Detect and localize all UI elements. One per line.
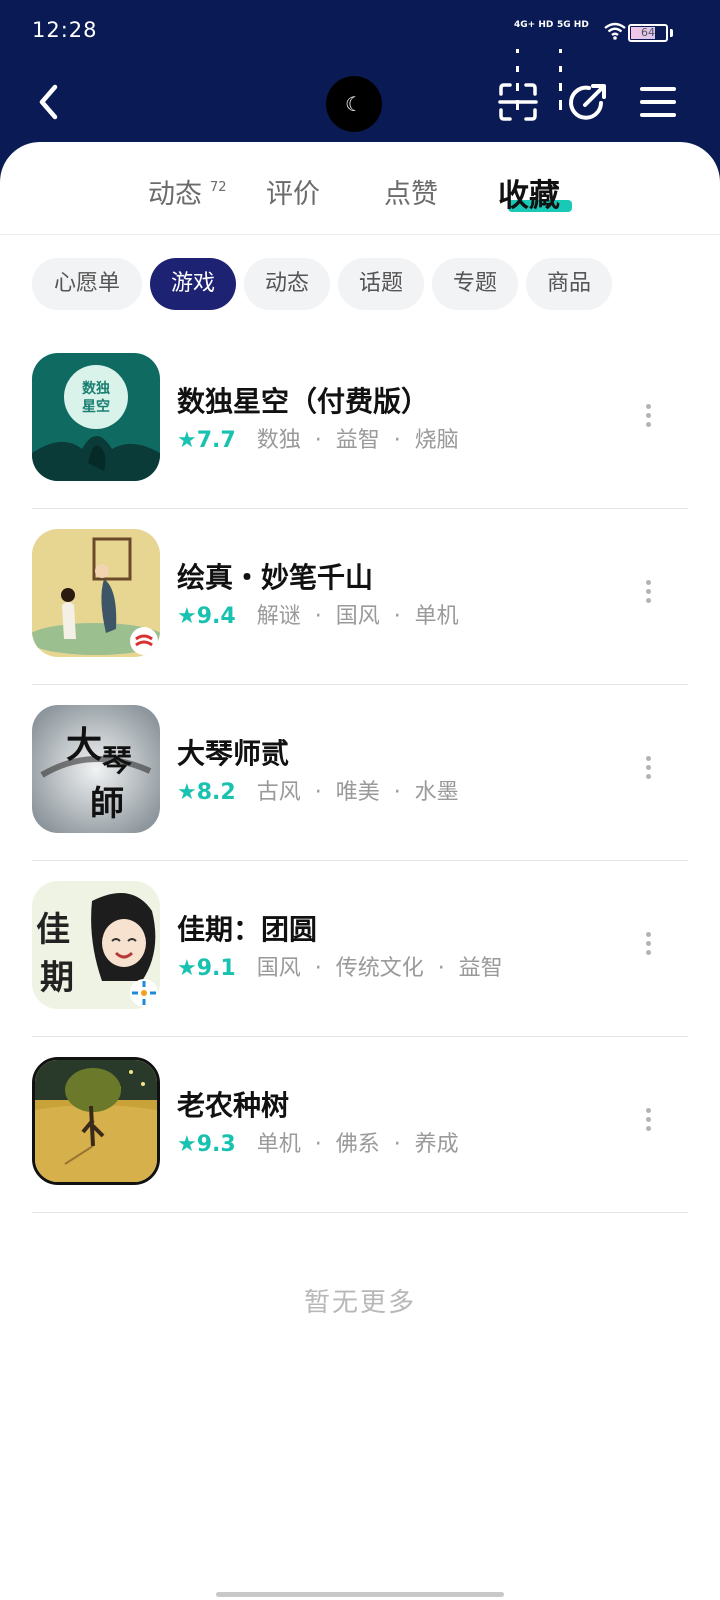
more-options-icon[interactable] — [640, 756, 656, 784]
svg-text:数独: 数独 — [82, 380, 110, 397]
game-meta: ★7.7 数独 · 益智 · 烧脑 — [177, 428, 459, 453]
tab-dynamics[interactable]: 动态 — [148, 172, 202, 211]
list-item[interactable]: 老农种树 ★9.3 单机 · 佛系 · 养成 — [32, 1036, 688, 1213]
game-tag: 烧脑 — [414, 428, 459, 453]
svg-text:大: 大 — [66, 724, 102, 766]
chip-specials[interactable]: 专题 — [432, 258, 518, 310]
star-icon: ★ — [177, 604, 197, 629]
star-icon: ★ — [177, 1132, 197, 1157]
tab-reviews[interactable]: 评价 — [266, 172, 320, 211]
list-item[interactable]: 大 琴 師 大琴师贰 ★8.2 古风 · 唯美 · 水墨 — [32, 684, 688, 861]
game-rating: 9.1 — [196, 956, 236, 981]
avatar[interactable]: ☾ — [326, 76, 382, 132]
game-tag: 解谜 — [256, 604, 301, 629]
list-item[interactable]: 绘真・妙笔千山 ★9.4 解谜 · 国风 · 单机 — [32, 508, 688, 685]
svg-text:星空: 星空 — [82, 398, 110, 415]
list-item[interactable]: 佳 期 佳期：团圆 ★9.1 国风 · 传统文化 · 益智 — [32, 860, 688, 1037]
more-options-icon[interactable] — [640, 580, 656, 608]
game-title: 大琴师贰 — [177, 737, 290, 770]
menu-button[interactable] — [636, 80, 680, 124]
game-tag: 国风 — [256, 956, 301, 981]
game-tag: 古风 — [256, 780, 301, 805]
game-icon-sudoku: 数独 星空 — [32, 353, 160, 481]
menu-icon — [640, 87, 676, 117]
chip-products[interactable]: 商品 — [526, 258, 612, 310]
star-icon: ★ — [177, 780, 197, 805]
game-tag: 唯美 — [335, 780, 380, 805]
scan-button[interactable] — [496, 80, 540, 124]
game-tag: 养成 — [414, 1132, 459, 1157]
star-icon: ★ — [177, 956, 197, 981]
game-title: 绘真・妙笔千山 — [177, 561, 374, 594]
list-item[interactable]: 数独 星空 数独星空（付费版） ★7.7 数独 · 益智 · 烧脑 — [32, 332, 688, 509]
game-title: 佳期：团圆 — [177, 913, 318, 946]
share-button[interactable] — [566, 80, 610, 124]
scan-icon — [498, 83, 538, 121]
game-meta: ★9.1 国风 · 传统文化 · 益智 — [177, 956, 503, 981]
game-meta: ★8.2 古风 · 唯美 · 水墨 — [177, 780, 459, 805]
nav-bar: ☾ — [0, 64, 720, 144]
game-title: 老农种树 — [177, 1089, 290, 1122]
game-tag: 水墨 — [414, 780, 459, 805]
game-tag: 传统文化 — [335, 956, 424, 981]
end-of-list-label: 暂无更多 — [303, 1288, 416, 1318]
star-icon: ★ — [177, 428, 197, 453]
chip-wishlist[interactable]: 心愿单 — [32, 258, 142, 310]
game-meta: ★9.4 解谜 · 国风 · 单机 — [177, 604, 459, 629]
game-icon-laonong — [32, 1057, 160, 1185]
tab-likes[interactable]: 点赞 — [384, 172, 438, 211]
more-options-icon[interactable] — [640, 1108, 656, 1136]
game-rating: 8.2 — [196, 780, 236, 805]
filter-chips: 心愿单 游戏 动态 话题 专题 商品 — [0, 258, 720, 310]
game-tag: 益智 — [458, 956, 503, 981]
game-icon-jiaqi: 佳 期 — [32, 881, 160, 1009]
home-indicator[interactable] — [216, 1592, 504, 1597]
game-tag: 佛系 — [335, 1132, 380, 1157]
share-icon — [569, 84, 606, 120]
moon-icon: ☾ — [345, 92, 363, 116]
chip-games[interactable]: 游戏 — [150, 258, 236, 310]
more-options-icon[interactable] — [640, 404, 656, 432]
chip-dynamics[interactable]: 动态 — [244, 258, 330, 310]
game-icon-daqinshi: 大 琴 師 — [32, 705, 160, 833]
status-time: 12:28 — [32, 18, 98, 42]
game-tag: 益智 — [335, 428, 380, 453]
game-icon-huizhen — [32, 529, 160, 657]
svg-text:琴: 琴 — [102, 744, 132, 779]
battery-level: 64 — [641, 26, 655, 39]
tab-bar: 动态 72 评价 点赞 收藏 — [0, 142, 720, 235]
svg-text:佳: 佳 — [36, 910, 70, 950]
game-title: 数独星空（付费版） — [177, 385, 430, 418]
wifi-icon — [604, 22, 626, 40]
chip-topics[interactable]: 话题 — [338, 258, 424, 310]
battery-icon: 64 — [628, 24, 668, 42]
game-tag: 单机 — [256, 1132, 301, 1157]
game-rating: 7.7 — [196, 428, 236, 453]
game-tag: 国风 — [335, 604, 380, 629]
back-button[interactable] — [26, 76, 70, 128]
more-options-icon[interactable] — [640, 932, 656, 960]
chevron-left-icon — [39, 84, 58, 120]
game-tag: 单机 — [414, 604, 459, 629]
game-meta: ★9.3 单机 · 佛系 · 养成 — [177, 1132, 459, 1157]
svg-text:期: 期 — [40, 958, 74, 998]
status-bar: 12:28 4G+ HD 5G HD 64 — [0, 0, 720, 110]
tab-dynamics-count: 72 — [210, 180, 227, 195]
game-tag: 数独 — [256, 428, 301, 453]
content-sheet: 动态 72 评价 点赞 收藏 心愿单 游戏 动态 话题 专题 商品 数独 星空 — [0, 142, 720, 1600]
svg-text:師: 師 — [90, 784, 124, 824]
game-rating: 9.3 — [196, 1132, 236, 1157]
game-rating: 9.4 — [196, 604, 236, 629]
tab-favorites[interactable]: 收藏 — [498, 170, 560, 215]
